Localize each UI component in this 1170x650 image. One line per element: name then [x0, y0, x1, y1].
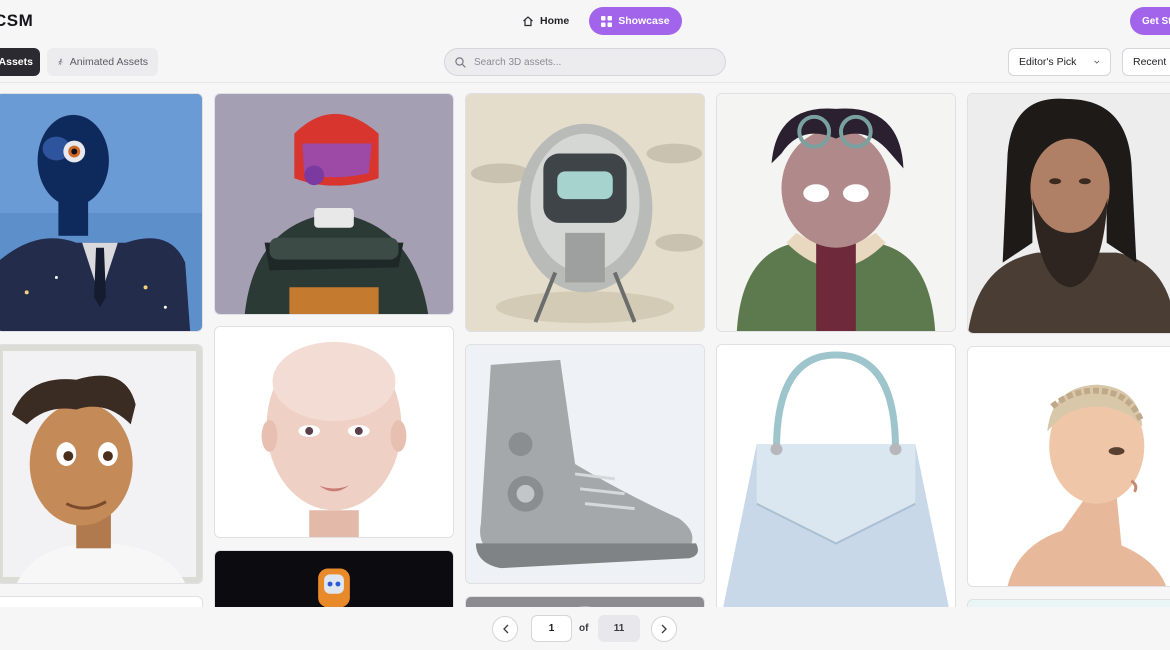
- home-icon: [523, 16, 533, 27]
- asset-thumbnail: [0, 345, 202, 583]
- nav-showcase-label: Showcase: [618, 15, 670, 27]
- running-figure-icon: [58, 58, 63, 66]
- previous-page-button[interactable]: [492, 616, 518, 642]
- asset-thumbnail: [466, 94, 704, 331]
- next-page-button[interactable]: [651, 616, 677, 642]
- main-nav: Home Showcase: [510, 7, 682, 35]
- asset-card-partial-gray[interactable]: [465, 596, 705, 607]
- asset-card-bald-woman-head[interactable]: [214, 326, 454, 538]
- asset-thumbnail: [215, 327, 453, 537]
- asset-thumbnail: [717, 94, 955, 331]
- editors-pick-dropdown[interactable]: Editor's Pick: [1008, 48, 1111, 76]
- asset-thumbnail: [466, 345, 704, 583]
- search-icon: [455, 56, 466, 68]
- asset-thumbnail: [717, 345, 955, 607]
- asset-thumbnail: [0, 94, 202, 331]
- asset-card-anime-boy[interactable]: [716, 93, 956, 332]
- current-page-input[interactable]: 1: [531, 615, 572, 642]
- chevron-left-icon: [502, 624, 508, 634]
- recent-dropdown[interactable]: Recent: [1122, 48, 1170, 76]
- assets-filter-chip[interactable]: Assets: [0, 48, 40, 76]
- asset-card-bearded-man[interactable]: [967, 93, 1170, 334]
- asset-card-handbag[interactable]: [716, 344, 956, 607]
- app-logo[interactable]: CSM: [0, 11, 33, 31]
- nav-home-label: Home: [540, 15, 570, 27]
- asset-thumbnail: [466, 597, 704, 607]
- search-bar: [444, 48, 726, 76]
- filter-toolbar: Assets Animated Assets Editor's Pick Rec…: [0, 42, 1170, 83]
- asset-thumbnail: [968, 347, 1170, 586]
- asset-card-astronaut-robot[interactable]: [214, 93, 454, 315]
- asset-card-partial-light[interactable]: [967, 599, 1170, 607]
- chevron-right-icon: [661, 624, 667, 634]
- asset-thumbnail: [215, 551, 453, 607]
- grid-icon: [601, 15, 613, 27]
- animated-assets-label: Animated Assets: [69, 56, 148, 68]
- asset-thumbnail: [968, 94, 1170, 333]
- search-input[interactable]: [472, 55, 706, 69]
- asset-card-cartoon-man[interactable]: [0, 344, 203, 584]
- asset-thumbnail: [215, 94, 453, 314]
- recent-label: Recent: [1133, 56, 1167, 68]
- nav-home-button[interactable]: Home: [510, 7, 581, 35]
- asset-card-braided-woman[interactable]: [967, 346, 1170, 587]
- get-started-button[interactable]: Get St: [1130, 7, 1170, 35]
- asset-card-robot-dark[interactable]: [214, 550, 454, 607]
- asset-card-cosmic-suit-man[interactable]: [0, 93, 203, 332]
- pagination: 1 of 11: [0, 607, 1170, 650]
- asset-card-partial[interactable]: [0, 596, 203, 607]
- page-of-label: of: [579, 623, 589, 634]
- asset-card-mech-sneaker[interactable]: [465, 344, 705, 584]
- nav-showcase-button[interactable]: Showcase: [589, 7, 682, 35]
- asset-gallery: [0, 82, 1170, 607]
- assets-filter-label: Assets: [0, 56, 33, 68]
- editors-pick-label: Editor's Pick: [1019, 56, 1077, 68]
- chevron-down-icon: [1094, 60, 1100, 64]
- animated-assets-filter-chip[interactable]: Animated Assets: [47, 48, 158, 76]
- top-bar: CSM Home Showcase Get St: [0, 0, 1170, 42]
- total-pages: 11: [598, 615, 640, 642]
- asset-card-retro-pod[interactable]: [465, 93, 705, 332]
